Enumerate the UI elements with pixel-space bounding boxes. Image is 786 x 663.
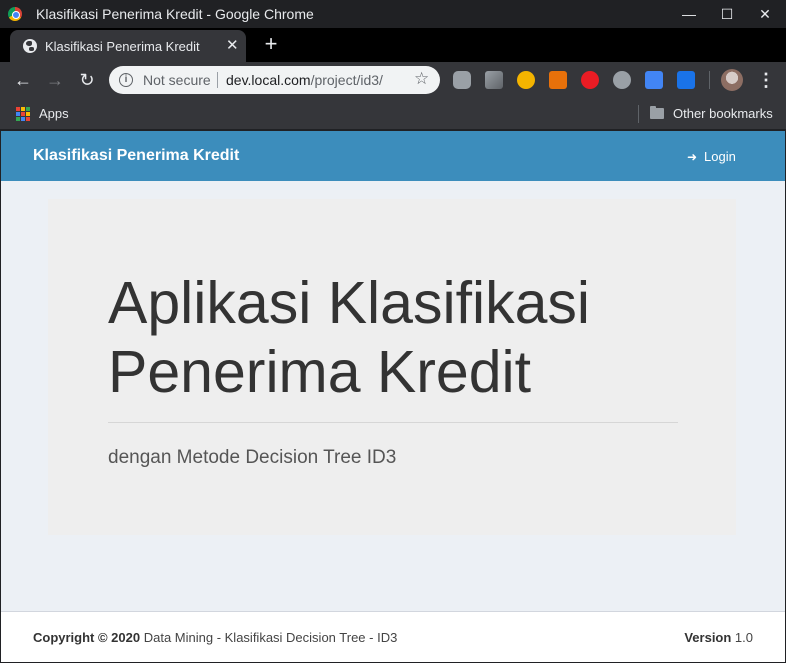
omnibox-divider (217, 72, 218, 88)
mailtrack-icon[interactable] (613, 71, 631, 89)
browser-tab[interactable]: Klasifikasi Penerima Kredit ✕ (10, 30, 246, 62)
footer-version: Version 1.0 (684, 630, 753, 645)
site-footer: Copyright © 2020 Data Mining - Klasifika… (1, 611, 785, 662)
profile-avatar[interactable] (721, 69, 743, 91)
footer-text: Data Mining - Klasifikasi Decision Tree … (140, 630, 398, 645)
tab-title: Klasifikasi Penerima Kredit (45, 39, 200, 54)
sign-in-icon: ➜ (687, 150, 698, 164)
login-link[interactable]: ➜ Login (687, 149, 736, 164)
page-title: Aplikasi Klasifikasi Penerima Kredit (108, 270, 590, 405)
browser-toolbar: ← → ↻ i Not secure dev.local.com/project… (0, 62, 786, 98)
back-button[interactable]: ← (12, 69, 34, 91)
other-bookmarks[interactable]: Other bookmarks (673, 106, 773, 121)
translate-icon[interactable] (645, 71, 663, 89)
page-subtitle: dengan Metode Decision Tree ID3 (108, 447, 397, 468)
maximize-button[interactable]: ☐ (708, 0, 746, 28)
jumbotron: Aplikasi Klasifikasi Penerima Kredit den… (48, 199, 736, 535)
adblock-icon[interactable] (581, 71, 599, 89)
owl-icon[interactable] (517, 71, 535, 89)
toolbar-divider (709, 71, 710, 89)
bookmarks-bar: Apps Other bookmarks (0, 98, 786, 130)
login-label: Login (704, 149, 736, 164)
new-tab-button[interactable]: + (261, 33, 281, 55)
forward-button[interactable]: → (44, 69, 66, 91)
chrome-logo-icon (8, 7, 22, 21)
window-titlebar: Klasifikasi Penerima Kredit - Google Chr… (0, 0, 786, 28)
url-host: dev.local.com (226, 72, 311, 88)
window-title: Klasifikasi Penerima Kredit - Google Chr… (36, 6, 314, 22)
url-path: /project/id3/ (310, 72, 383, 88)
close-window-button[interactable]: ✕ (746, 0, 784, 28)
divider (108, 422, 678, 423)
folder-icon (650, 106, 664, 119)
security-label[interactable]: Not secure (143, 72, 211, 88)
version-label: Version (684, 630, 732, 645)
tab-strip: Klasifikasi Penerima Kredit ✕ (0, 28, 786, 62)
copyright-label: Copyright © 2020 (33, 630, 141, 645)
office-icon[interactable] (549, 71, 567, 89)
footer-copyright: Copyright © 2020 Data Mining - Klasifika… (33, 630, 397, 645)
reload-button[interactable]: ↻ (76, 69, 98, 91)
address-bar[interactable]: i Not secure dev.local.com/project/id3/ … (109, 66, 440, 94)
site-brand[interactable]: Klasifikasi Penerima Kredit (33, 147, 239, 165)
tab-close-icon[interactable]: ✕ (226, 36, 239, 54)
site-navbar: Klasifikasi Penerima Kredit ➜ Login (1, 131, 785, 181)
info-icon[interactable]: i (119, 73, 133, 87)
bookmark-star-icon[interactable]: ☆ (414, 69, 429, 89)
line-icon[interactable] (453, 71, 471, 89)
minimize-button[interactable]: — (670, 0, 708, 28)
web-page: Klasifikasi Penerima Kredit ➜ Login Aplik… (1, 131, 785, 662)
play-icon[interactable] (485, 71, 503, 89)
s-icon[interactable] (677, 71, 695, 89)
globe-icon (23, 39, 37, 53)
apps-bookmark[interactable]: Apps (39, 106, 69, 121)
apps-grid-icon[interactable] (16, 107, 30, 121)
bookmarks-divider (638, 105, 639, 123)
menu-kebab-icon[interactable]: ⋮ (757, 70, 775, 91)
version-number: 1.0 (731, 630, 753, 645)
url-text[interactable]: dev.local.com/project/id3/ (226, 72, 383, 88)
